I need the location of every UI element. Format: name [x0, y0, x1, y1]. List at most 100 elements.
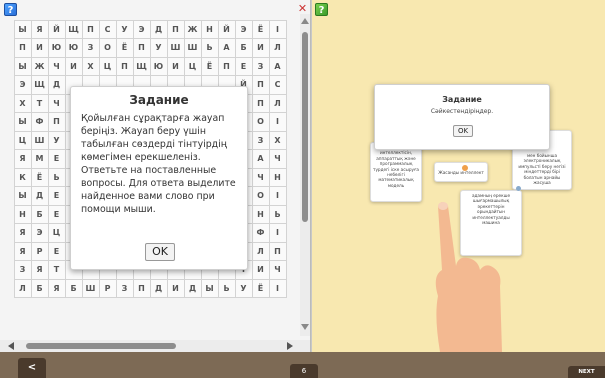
grid-cell[interactable]: Б — [30, 204, 49, 224]
grid-cell[interactable]: Н — [200, 19, 219, 39]
grid-cell[interactable]: П — [115, 56, 134, 76]
grid-cell[interactable]: М — [30, 149, 49, 169]
grid-cell[interactable]: Р — [98, 278, 117, 298]
grid-cell[interactable]: Я — [13, 241, 32, 261]
grid-cell[interactable]: І — [268, 112, 287, 132]
grid-cell[interactable]: Э — [13, 75, 32, 95]
grid-cell[interactable]: Х — [81, 56, 100, 76]
grid-cell[interactable]: О — [251, 186, 270, 206]
grid-cell[interactable]: Э — [30, 223, 49, 243]
grid-cell[interactable]: З — [251, 130, 270, 150]
grid-cell[interactable]: І — [268, 186, 287, 206]
grid-cell[interactable]: Д — [30, 186, 49, 206]
grid-cell[interactable]: А — [251, 149, 270, 169]
grid-cell[interactable]: З — [115, 278, 134, 298]
grid-cell[interactable]: С — [98, 19, 117, 39]
grid-cell[interactable]: У — [149, 38, 168, 58]
grid-cell[interactable]: Э — [234, 19, 253, 39]
grid-cell[interactable]: Л — [251, 241, 270, 261]
grid-cell[interactable]: Ц — [98, 56, 117, 76]
grid-cell[interactable]: Б — [30, 278, 49, 298]
grid-cell[interactable]: Ч — [268, 149, 287, 169]
connector-dot[interactable] — [462, 165, 468, 171]
grid-cell[interactable]: Б — [64, 278, 83, 298]
grid-cell[interactable]: Л — [268, 93, 287, 113]
grid-cell[interactable]: Н — [13, 204, 32, 224]
grid-cell[interactable]: Ё — [115, 38, 134, 58]
horizontal-scroll-thumb[interactable] — [26, 343, 176, 349]
grid-cell[interactable]: Л — [268, 38, 287, 58]
grid-cell[interactable]: І — [268, 223, 287, 243]
grid-cell[interactable]: Ф — [30, 112, 49, 132]
grid-cell[interactable]: І — [268, 278, 287, 298]
grid-cell[interactable]: Н — [268, 167, 287, 187]
grid-cell[interactable]: Я — [47, 278, 66, 298]
grid-cell[interactable]: Щ — [64, 19, 83, 39]
grid-cell[interactable]: Ш — [30, 130, 49, 150]
grid-cell[interactable]: Ё — [251, 19, 270, 39]
grid-cell[interactable]: С — [268, 75, 287, 95]
grid-cell[interactable]: Е — [234, 56, 253, 76]
ok-button[interactable]: OK — [145, 243, 175, 261]
grid-cell[interactable]: П — [217, 56, 236, 76]
grid-cell[interactable]: Щ — [132, 56, 151, 76]
grid-cell[interactable]: Ц — [47, 223, 66, 243]
grid-cell[interactable]: О — [251, 112, 270, 132]
grid-cell[interactable]: Ю — [47, 38, 66, 58]
grid-cell[interactable]: Б — [234, 38, 253, 58]
grid-cell[interactable]: Ё — [251, 278, 270, 298]
grid-cell[interactable]: У — [234, 278, 253, 298]
grid-cell[interactable]: П — [268, 241, 287, 261]
grid-cell[interactable]: Ф — [251, 223, 270, 243]
grid-cell[interactable]: Ч — [47, 93, 66, 113]
grid-cell[interactable]: Ч — [268, 260, 287, 280]
grid-cell[interactable]: Д — [149, 19, 168, 39]
grid-cell[interactable]: Ы — [13, 112, 32, 132]
grid-cell[interactable]: П — [81, 19, 100, 39]
grid-cell[interactable]: Ш — [183, 38, 202, 58]
grid-cell[interactable]: И — [251, 38, 270, 58]
grid-cell[interactable]: Д — [183, 278, 202, 298]
grid-cell[interactable]: Э — [132, 19, 151, 39]
grid-cell[interactable]: Я — [13, 149, 32, 169]
grid-cell[interactable]: Е — [47, 186, 66, 206]
grid-cell[interactable]: Щ — [30, 75, 49, 95]
grid-cell[interactable]: П — [13, 38, 32, 58]
grid-cell[interactable]: З — [13, 260, 32, 280]
grid-cell[interactable]: Ё — [200, 56, 219, 76]
grid-cell[interactable]: Ь — [47, 167, 66, 187]
scroll-up-icon[interactable] — [301, 18, 309, 24]
grid-cell[interactable]: Л — [13, 278, 32, 298]
next-button[interactable]: NEXT — [568, 366, 605, 378]
grid-cell[interactable]: И — [166, 56, 185, 76]
grid-cell[interactable]: И — [251, 260, 270, 280]
grid-cell[interactable]: Й — [217, 19, 236, 39]
help-icon[interactable]: ? — [4, 3, 17, 16]
grid-cell[interactable]: А — [268, 56, 287, 76]
grid-cell[interactable]: Е — [47, 241, 66, 261]
grid-cell[interactable]: Р — [30, 241, 49, 261]
grid-cell[interactable]: П — [132, 278, 151, 298]
grid-cell[interactable]: Ш — [81, 278, 100, 298]
grid-cell[interactable]: Ь — [268, 204, 287, 224]
vertical-scroll-thumb[interactable] — [302, 32, 308, 222]
scroll-left-icon[interactable] — [8, 342, 14, 350]
ok-button[interactable]: OK — [453, 125, 473, 137]
grid-cell[interactable]: П — [132, 38, 151, 58]
grid-cell[interactable]: Й — [47, 19, 66, 39]
grid-cell[interactable]: Х — [13, 93, 32, 113]
grid-cell[interactable]: И — [166, 278, 185, 298]
prev-button[interactable]: < — [18, 358, 46, 378]
grid-cell[interactable]: Ю — [149, 56, 168, 76]
grid-cell[interactable]: Е — [47, 149, 66, 169]
vertical-scrollbar[interactable] — [300, 14, 310, 336]
grid-cell[interactable]: А — [217, 38, 236, 58]
match-card[interactable]: Жасанды интеллект — [434, 162, 488, 182]
grid-cell[interactable]: К — [13, 167, 32, 187]
scroll-down-icon[interactable] — [301, 324, 309, 330]
grid-cell[interactable]: І — [268, 19, 287, 39]
grid-cell[interactable]: Т — [30, 93, 49, 113]
grid-cell[interactable]: И — [64, 56, 83, 76]
grid-cell[interactable]: З — [251, 56, 270, 76]
connector-dot[interactable] — [516, 186, 521, 191]
